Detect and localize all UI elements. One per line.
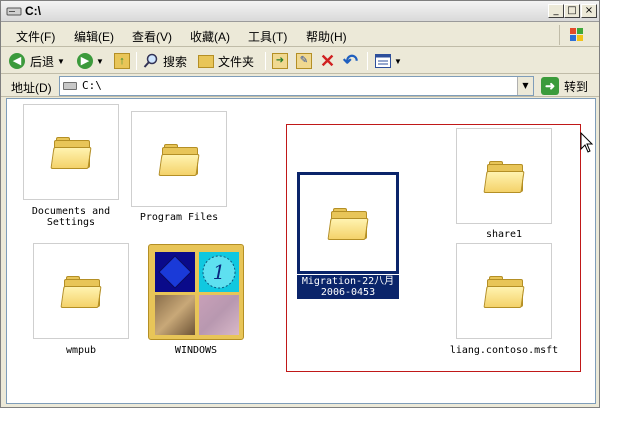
views-dropdown-icon[interactable]: ▼ (394, 57, 402, 66)
menu-file[interactable]: 文件(F) (16, 28, 55, 45)
folder-icon (483, 161, 525, 193)
go-button[interactable]: ➜ 转到 (541, 76, 588, 96)
window-title: C:\ (25, 4, 41, 18)
preview-tile-brown (155, 295, 195, 335)
drive-icon (63, 82, 77, 90)
address-label: 地址(D) (11, 81, 52, 95)
search-icon (143, 53, 158, 68)
back-dropdown-icon[interactable]: ▼ (57, 57, 65, 66)
forward-dropdown-icon[interactable]: ▼ (96, 57, 104, 66)
search-button[interactable]: 搜索 (143, 51, 187, 71)
maximize-button[interactable]: □ (564, 4, 580, 18)
drive-icon (6, 7, 22, 16)
thumbnail-frame (23, 104, 119, 200)
back-button[interactable]: ◀ 后退 ▼ (9, 51, 65, 71)
menu-help[interactable]: 帮助(H) (306, 28, 347, 45)
address-input[interactable]: C:\ ▼ (59, 76, 534, 96)
folders-icon (198, 54, 214, 68)
preview-tile-blue (155, 252, 195, 292)
forward-arrow-icon: ▶ (77, 53, 93, 69)
folders-button[interactable]: 文件夹 (198, 51, 254, 71)
go-label: 转到 (564, 79, 589, 94)
menu-favorites[interactable]: 收藏(A) (190, 28, 230, 45)
search-label: 搜索 (163, 54, 188, 69)
menu-tools[interactable]: 工具(T) (248, 28, 287, 45)
file-name: Program Files (139, 212, 219, 223)
undo-button[interactable]: ↶ (343, 51, 358, 71)
folder-icon (50, 137, 92, 169)
menu-bar: 文件(F) 编辑(E) 查看(V) 收藏(A) 工具(T) 帮助(H) (1, 23, 599, 47)
back-arrow-icon: ◀ (9, 53, 25, 69)
file-name: WINDOWS (174, 345, 218, 356)
windows-logo-icon (559, 25, 593, 45)
file-name: wmpub (65, 345, 97, 356)
thumbnail-frame-selected (297, 172, 399, 274)
toolbar-separator (367, 52, 368, 70)
folders-label: 文件夹 (218, 54, 255, 69)
file-name: share1 (485, 229, 523, 240)
address-value: C:\ (82, 79, 102, 92)
up-folder-button[interactable]: ↑ (114, 51, 130, 71)
folder-icon (158, 144, 200, 176)
move-to-button[interactable]: ➜ (272, 51, 288, 71)
folder-icon (60, 276, 102, 308)
thumbnail-frame (456, 128, 552, 224)
file-name-selected: Migration-22八月 2006-0453 (297, 275, 399, 299)
go-arrow-icon: ➜ (541, 77, 559, 95)
menu-view[interactable]: 查看(V) (132, 28, 172, 45)
forward-button[interactable]: ▶ ▼ (77, 51, 104, 71)
back-label: 后退 (30, 54, 55, 69)
toolbar: ◀ 后退 ▼ ▶ ▼ ↑ 搜索 文件夹 ➜ ✎ ✕ ↶ ▼ (1, 48, 599, 74)
address-dropdown-icon[interactable]: ▼ (517, 77, 533, 95)
up-folder-icon: ↑ (114, 53, 130, 69)
copy-to-icon: ✎ (296, 53, 312, 69)
views-button[interactable]: ▼ (375, 51, 402, 71)
folder-icon (327, 208, 369, 240)
file-name: liang.contoso.msft (449, 345, 559, 356)
close-button[interactable]: × (581, 4, 597, 18)
file-name: Documents and Settings (31, 206, 111, 228)
address-bar: 地址(D) C:\ ▼ ➜ 转到 (1, 75, 599, 97)
views-icon (375, 54, 391, 68)
preview-tile-pink (199, 295, 239, 335)
mouse-cursor-icon (580, 132, 594, 153)
folder-preview-collage: 1 (148, 244, 244, 340)
undo-icon: ↶ (343, 51, 359, 71)
thumbnail-frame (456, 243, 552, 339)
svg-text:1: 1 (213, 260, 226, 284)
folder-icon (483, 276, 525, 308)
move-to-icon: ➜ (272, 53, 288, 69)
delete-x-icon: ✕ (320, 51, 336, 71)
toolbar-separator (265, 52, 266, 70)
title-bar[interactable]: C:\ _ □ × (1, 1, 599, 22)
preview-tile-cyan: 1 (199, 252, 239, 292)
toolbar-separator (136, 52, 137, 70)
copy-to-button[interactable]: ✎ (296, 51, 312, 71)
thumbnail-frame (131, 111, 227, 207)
menu-edit[interactable]: 编辑(E) (74, 28, 114, 45)
minimize-button[interactable]: _ (548, 4, 564, 18)
thumbnail-frame (33, 243, 129, 339)
delete-button[interactable]: ✕ (320, 51, 335, 71)
